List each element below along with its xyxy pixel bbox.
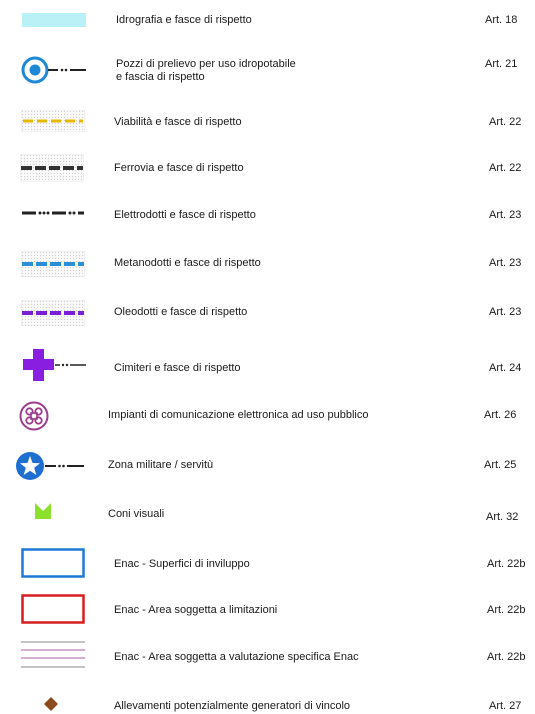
- article-ref: Art. 23: [489, 257, 522, 269]
- legend-label: Enac - Superfici di inviluppo: [114, 558, 250, 570]
- brown-diamond-icon: [44, 697, 58, 711]
- article-ref: Art. 25: [484, 459, 517, 471]
- legend-label: Enac - Area soggetta a valutazione speci…: [114, 651, 359, 663]
- legend-label: Idrografia e fasce di rispetto: [116, 14, 252, 26]
- article-ref: Art. 22: [489, 162, 522, 174]
- legend-label: Ferrovia e fasce di rispetto: [114, 162, 244, 174]
- article-ref: Art. 22b: [487, 651, 526, 663]
- legend-label: Pozzi di prelievo per uso idropotabile: [116, 58, 296, 70]
- communication-antenna-icon: [18, 400, 50, 432]
- article-ref: Art. 22b: [487, 604, 526, 616]
- legend-label: Viabilità e fasce di rispetto: [114, 116, 242, 128]
- article-ref: Art. 22: [489, 116, 522, 128]
- article-ref: Art. 21: [485, 58, 518, 70]
- article-ref: Art. 24: [489, 362, 522, 374]
- water-well-icon: [20, 55, 88, 85]
- legend-label: Cimiteri e fasce di rispetto: [114, 362, 241, 374]
- legend-label: Metanodotti e fasce di rispetto: [114, 257, 261, 269]
- legend-label: Oleodotti e fasce di rispetto: [114, 306, 248, 318]
- article-ref: Art. 32: [486, 511, 519, 523]
- article-ref: Art. 22b: [487, 558, 526, 570]
- article-ref: Art. 23: [489, 306, 522, 318]
- blue-rectangle-icon: [21, 548, 85, 578]
- legend-label: Impianti di comunicazione elettronica ad…: [108, 409, 369, 421]
- article-ref: Art. 23: [489, 209, 522, 221]
- oil-pipeline-band-icon: [21, 300, 85, 326]
- legend-label-line2: e fascia di rispetto: [116, 71, 205, 83]
- hydrography-band-icon: [22, 13, 86, 27]
- power-line-icon: [22, 208, 84, 218]
- legend-label: Enac - Area soggetta a limitazioni: [114, 604, 278, 616]
- article-ref: Art. 27: [489, 700, 522, 712]
- article-ref: Art. 18: [485, 14, 518, 26]
- purple-lines-icon: [21, 640, 85, 670]
- legend-label: Elettrodotti e fasce di rispetto: [114, 209, 256, 221]
- legend-label: Zona militare / servitù: [108, 459, 214, 471]
- railway-band-icon: [20, 154, 84, 182]
- legend-label: Coni visuali: [108, 508, 165, 520]
- gas-pipeline-band-icon: [21, 251, 85, 277]
- legend-label: Allevamenti potenzialmente generatori di…: [114, 700, 351, 712]
- cemetery-cross-icon: [22, 347, 86, 383]
- military-star-icon: [14, 450, 86, 482]
- road-band-icon: [21, 110, 85, 132]
- article-ref: Art. 26: [484, 409, 517, 421]
- view-cone-icon: [35, 503, 51, 519]
- red-rectangle-icon: [21, 594, 85, 624]
